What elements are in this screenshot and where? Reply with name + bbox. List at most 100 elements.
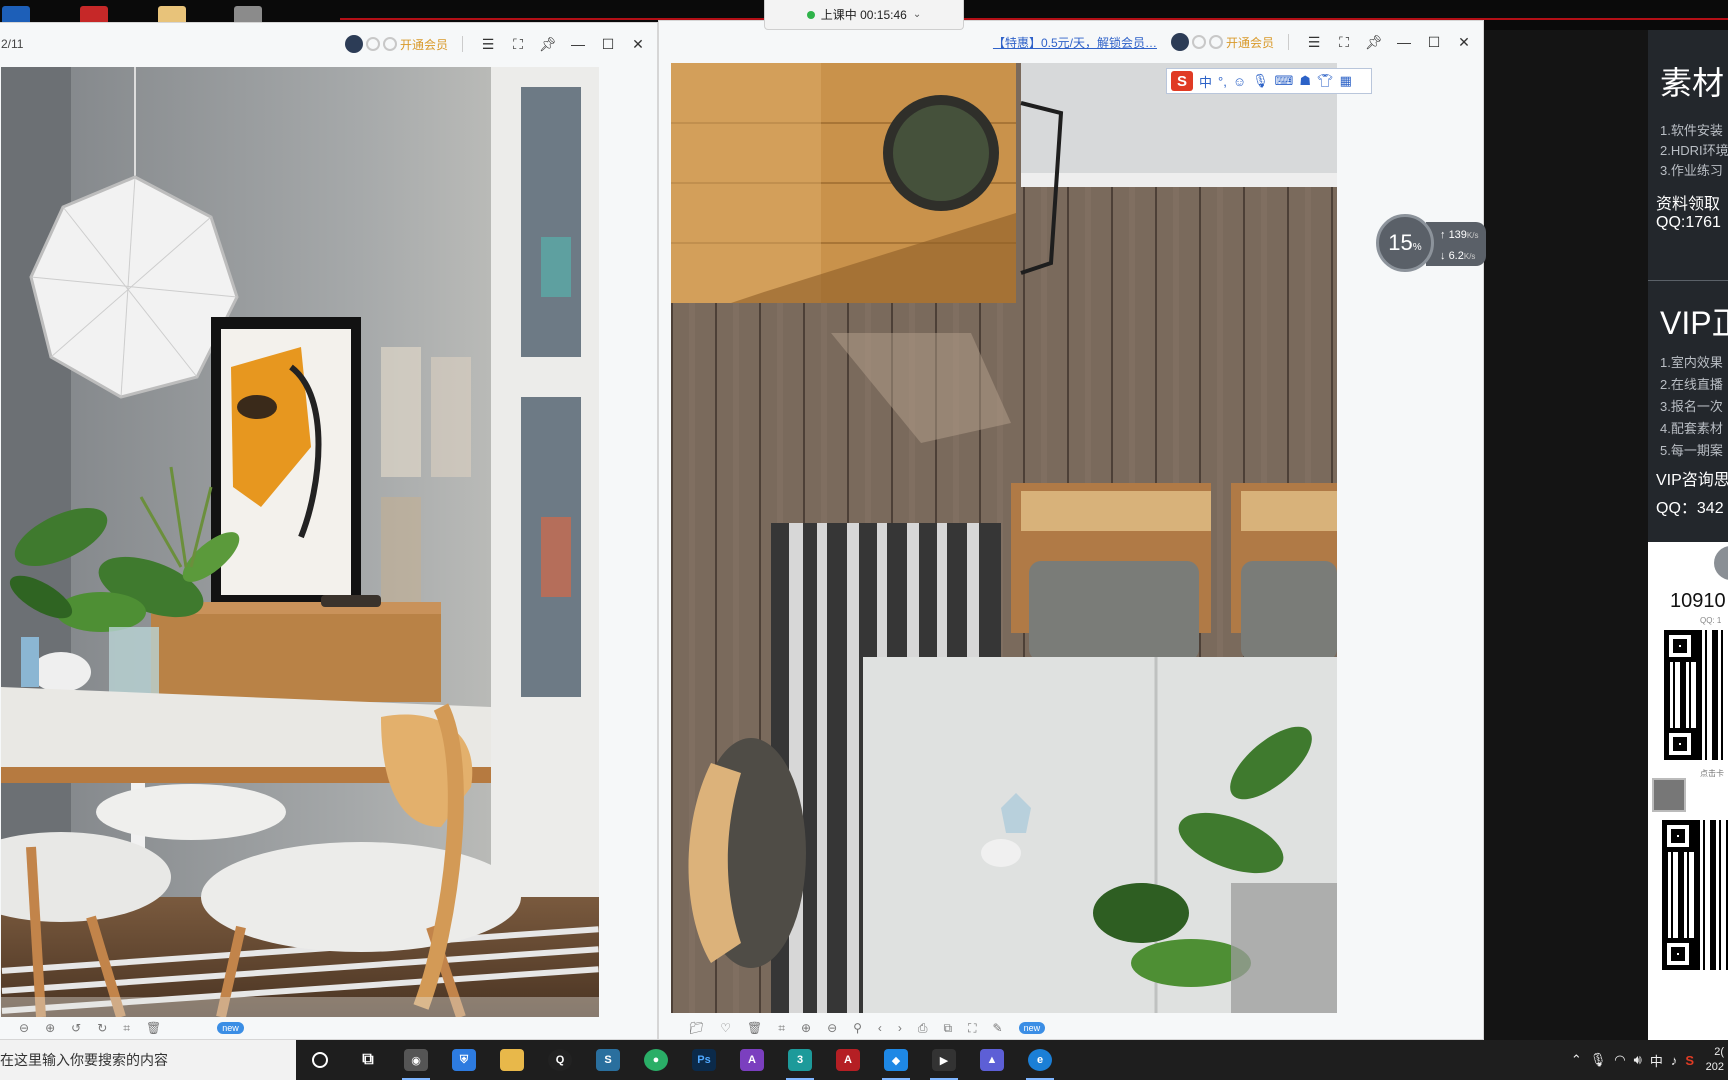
task-view-icon[interactable]: ⧉ — [344, 1040, 392, 1080]
qr-code[interactable] — [1662, 820, 1728, 970]
sogou-tray-icon[interactable]: S — [1685, 1053, 1694, 1068]
steam-icon[interactable]: S — [584, 1040, 632, 1080]
contact-number: 10910 — [1670, 590, 1726, 612]
section1-title: 素材 — [1660, 65, 1725, 101]
menu-icon[interactable]: ☰ — [1301, 29, 1327, 55]
zoom-out-icon[interactable]: ⊖ — [827, 1021, 837, 1035]
recording-dot-icon — [806, 10, 815, 19]
emoji-icon[interactable]: ☺ — [1233, 74, 1246, 89]
toolbox-icon[interactable]: ▦ — [1340, 73, 1352, 89]
close-icon[interactable]: ✕ — [1451, 29, 1477, 55]
badge-icon — [365, 37, 380, 51]
chevron-up-icon[interactable]: ⌃ — [1571, 1052, 1582, 1068]
fullscreen-icon[interactable]: ⛶ — [505, 31, 531, 57]
system-tray: ⌃ 🎙︎ ◠ 🔊︎ 中 ♪ S 2( 202 — [1571, 1040, 1728, 1080]
rotate-left-icon[interactable]: ↺ — [71, 1021, 81, 1035]
section1-item: 2.HDRI环境 — [1660, 143, 1728, 158]
folder-icon[interactable]: 📁︎ — [689, 1021, 704, 1035]
camera-app-icon[interactable]: ◉ — [392, 1040, 440, 1080]
user-icon[interactable]: ☗ — [1299, 73, 1311, 89]
ime-mode-toggle[interactable]: 中 — [1199, 72, 1212, 91]
volume-icon[interactable]: 🔊︎ — [1634, 1052, 1642, 1068]
skin-icon[interactable]: 👕︎ — [1317, 73, 1334, 89]
favorite-icon[interactable]: ♡ — [720, 1021, 731, 1035]
ime-punct-toggle[interactable]: °, — [1218, 74, 1227, 89]
zoom-in-icon[interactable]: ⊕ — [801, 1021, 811, 1035]
keyboard-icon[interactable]: ⌨ — [1275, 73, 1294, 89]
zoom-in-icon[interactable]: ⊕ — [45, 1021, 55, 1035]
maximize-icon[interactable]: ☐ — [1421, 29, 1447, 55]
speed-rates: ↑ 139K/s ↓ 6.2K/s — [1426, 222, 1486, 266]
dining-room-image — [1, 67, 599, 1017]
crop-icon[interactable]: ⌗ — [778, 1021, 785, 1036]
browser-icon[interactable]: e — [1016, 1040, 1064, 1080]
minimize-icon[interactable]: — — [1391, 29, 1417, 55]
screenshot-icon[interactable]: ⛶ — [968, 1021, 976, 1036]
promo-link[interactable]: 【特惠】0.5元/天，解锁会员… — [993, 34, 1157, 51]
copy-icon[interactable]: ⧉ — [944, 1021, 953, 1036]
upload-unit: K/s — [1466, 231, 1479, 240]
3dsmax-icon[interactable]: 3 — [776, 1040, 824, 1080]
clock-time: 2( — [1714, 1046, 1724, 1058]
chevron-down-icon[interactable]: ⌄ — [913, 9, 921, 20]
zoom-out-icon[interactable]: ⊖ — [19, 1021, 29, 1035]
vip-button[interactable]: 开通会员 — [344, 35, 448, 53]
qr-code[interactable] — [1664, 630, 1728, 760]
network-speed-widget[interactable]: ↑ 139K/s ↓ 6.2K/s 15% — [1376, 214, 1486, 274]
prev-icon[interactable]: ‹ — [878, 1021, 882, 1035]
affinity-photo-icon[interactable]: A — [728, 1040, 776, 1080]
section2-title: VIP正 — [1660, 305, 1728, 341]
new-badge: new — [217, 1022, 244, 1034]
next-icon[interactable]: › — [898, 1021, 902, 1035]
print-icon[interactable]: ⎙ — [918, 1021, 928, 1036]
rotate-right-icon[interactable]: ↻ — [97, 1021, 107, 1035]
pin-icon[interactable]: 📌︎ — [535, 31, 561, 57]
image-viewer-window-left: 2/11 开通会员 ☰ ⛶ 📌︎ — ☐ ✕ ⊖ ⊕ ↺ ↻ ⌗ 🗑︎ new — [0, 22, 658, 1040]
photoshop-icon[interactable]: Ps — [680, 1040, 728, 1080]
file-explorer-icon[interactable] — [488, 1040, 536, 1080]
network-icon[interactable]: ◠ — [1614, 1052, 1625, 1068]
section1-qq: QQ:1761 — [1656, 214, 1721, 231]
zoom-icon[interactable]: ▶ — [920, 1040, 968, 1080]
pin-icon[interactable]: 📌︎ — [1361, 29, 1387, 55]
close-icon[interactable]: ✕ — [625, 31, 651, 57]
contact-card: 10910 QQ: 1 点击卡 — [1648, 542, 1728, 810]
image-viewer-window-right: 【特惠】0.5元/天，解锁会员… 开通会员 ☰ ⛶ 📌︎ — ☐ ✕ 📁︎ ♡ … — [658, 20, 1484, 1040]
fullscreen-icon[interactable]: ⛶ — [1331, 29, 1357, 55]
vip-label: 开通会员 — [1225, 35, 1274, 50]
security-icon[interactable]: ⛨ — [440, 1040, 488, 1080]
cortana-icon[interactable] — [296, 1040, 344, 1080]
microphone-icon[interactable]: 🎙︎ — [1252, 73, 1269, 89]
vscode-like-icon[interactable]: ◆ — [872, 1040, 920, 1080]
clock[interactable]: 2( 202 — [1702, 1045, 1724, 1075]
maximize-icon[interactable]: ☐ — [595, 31, 621, 57]
microphone-icon[interactable]: 🎙︎ — [1590, 1052, 1607, 1068]
ime-toolbar[interactable]: S 中 °, ☺ 🎙︎ ⌨ ☗ 👕︎ ▦ — [1166, 68, 1372, 94]
clock-date: 202 — [1705, 1061, 1724, 1073]
divider — [1288, 34, 1289, 50]
memory-usage-circle: 15% — [1376, 214, 1434, 272]
vip-button[interactable]: 开通会员 — [1170, 33, 1274, 51]
ime-indicator[interactable]: 中 — [1650, 1051, 1663, 1070]
minimize-icon[interactable]: — — [565, 31, 591, 57]
search-icon[interactable]: ⚲ — [853, 1021, 862, 1035]
gallery-icon[interactable]: ▲ — [968, 1040, 1016, 1080]
recording-indicator[interactable]: 上课中 00:15:46 ⌄ — [764, 0, 964, 30]
top-down-room-photo[interactable] — [671, 63, 1337, 1013]
download-arrow-icon: ↓ — [1440, 250, 1446, 262]
menu-icon[interactable]: ☰ — [475, 31, 501, 57]
viewer-toolbar: ⊖ ⊕ ↺ ↻ ⌗ 🗑︎ new — [0, 1017, 657, 1039]
card-hint: 点击卡 — [1700, 769, 1724, 778]
qq-icon[interactable]: Q — [536, 1040, 584, 1080]
delete-icon[interactable]: 🗑︎ — [747, 1021, 762, 1035]
mic-tray-icon[interactable]: ♪ — [1671, 1053, 1678, 1068]
autocad-icon[interactable]: A — [824, 1040, 872, 1080]
edit-icon[interactable]: ✎ — [993, 1021, 1003, 1035]
taskbar-search-input[interactable]: 在这里输入你要搜索的内容 — [0, 1040, 296, 1080]
delete-icon[interactable]: 🗑︎ — [146, 1021, 161, 1035]
crop-icon[interactable]: ⌗ — [123, 1021, 130, 1036]
windows-taskbar: 在这里输入你要搜索的内容 ⧉ ◉ ⛨ Q S ● Ps A 3 A ◆ ▶ ▲ … — [0, 1040, 1728, 1080]
thumbnail — [1652, 778, 1686, 812]
dining-room-photo[interactable] — [1, 67, 599, 1017]
wechat-icon[interactable]: ● — [632, 1040, 680, 1080]
